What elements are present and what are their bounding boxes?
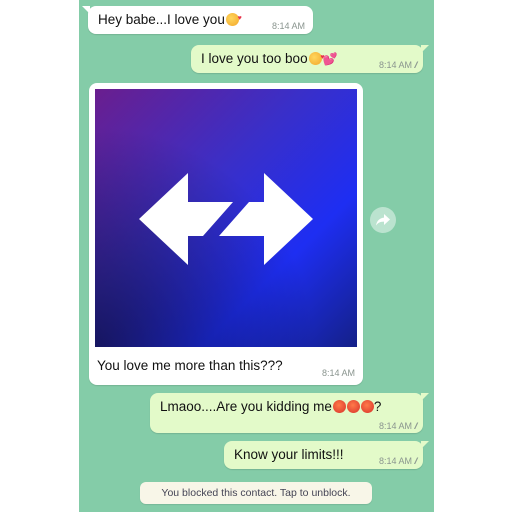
incoming-image-message[interactable]: You love me more than this??? 8:14 AM — [89, 83, 363, 385]
message-text: I love you too boo — [201, 51, 308, 66]
image-caption: You love me more than this??? — [97, 358, 283, 373]
love-face-emoji-icon — [308, 49, 325, 66]
chat-area[interactable]: Hey babe...I love you 8:14 AM I love you… — [79, 0, 434, 512]
message-time: 8:14 AM — [321, 368, 355, 378]
swap-arrows-icon — [139, 173, 313, 265]
outgoing-message[interactable]: Lmaoo....Are you kidding me? 8:14 AM // — [150, 393, 429, 433]
message-text: Lmaoo....Are you kidding me — [160, 399, 332, 414]
outgoing-message[interactable]: Know your limits!!! 8:14 AM // — [224, 441, 429, 469]
angry-face-emoji-icon — [332, 400, 346, 413]
shared-image[interactable] — [95, 89, 357, 347]
message-suffix: ? — [373, 399, 382, 414]
forward-button[interactable] — [370, 207, 396, 233]
message-time: 8:14 AM — [378, 421, 412, 431]
incoming-message[interactable]: Hey babe...I love you 8:14 AM — [82, 6, 313, 34]
angry-face-emoji-icon — [346, 400, 360, 413]
angry-face-emoji-icon — [360, 400, 374, 413]
forward-icon — [376, 214, 390, 226]
message-time: 8:14 AM — [378, 60, 412, 70]
message-text: Know your limits!!! — [234, 447, 344, 462]
message-text: Hey babe...I love you — [98, 12, 225, 27]
love-face-emoji-icon — [225, 10, 242, 27]
message-time: 8:14 AM — [378, 456, 412, 466]
outgoing-message[interactable]: I love you too boo💕 8:14 AM // — [191, 45, 429, 73]
sparkling-heart-emoji-icon: 💕 — [322, 52, 338, 66]
blocked-contact-notice[interactable]: You blocked this contact. Tap to unblock… — [140, 482, 372, 504]
message-time: 8:14 AM — [271, 21, 305, 31]
